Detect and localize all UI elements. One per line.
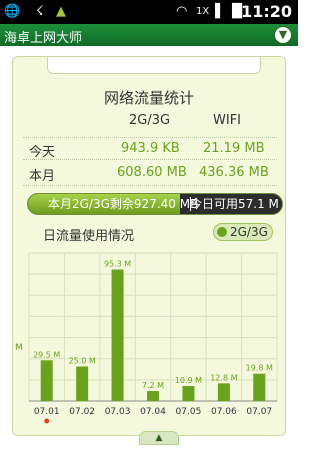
month-mobile-value: 608.60 MB xyxy=(117,165,187,180)
divider xyxy=(23,137,277,138)
x-tick-label: 07.04 xyxy=(140,407,166,417)
column-2g3g: 2G/3G xyxy=(129,113,171,128)
expand-handle[interactable]: ▲ xyxy=(139,431,179,445)
x-tick-label: 07.07 xyxy=(246,407,272,417)
x-tick-label: 07.02 xyxy=(69,407,95,417)
network-toggle[interactable]: 2G/3G xyxy=(213,223,273,241)
bar-value-label: 29.5 M xyxy=(33,350,60,359)
app-title: 海卓上网大师 xyxy=(4,31,83,46)
bar-07.05 xyxy=(182,385,195,401)
daily-usage-title: 日流量使用情况 xyxy=(43,229,135,244)
y-tick-label: M xyxy=(15,343,23,353)
android-icon: ▲ xyxy=(56,4,66,19)
clock: 11:20 xyxy=(241,2,292,21)
toggle-dot xyxy=(217,227,227,237)
today-wifi-value: 21.19 MB xyxy=(203,141,265,156)
bar-07.03 xyxy=(111,269,124,401)
quota-remaining-text: 本月2G/3G剩余927.40 MB xyxy=(48,197,199,211)
column-wifi: WIFI xyxy=(213,113,241,128)
stats-header: 网络流量统计 xyxy=(103,89,194,107)
bar-value-label: 25.0 M xyxy=(69,357,96,366)
quota-today-text: 今日可用57.1 M xyxy=(190,197,279,211)
bar-value-label: 7.2 M xyxy=(142,381,164,390)
bar-07.01 xyxy=(40,360,53,401)
wifi-icon: ◠ xyxy=(176,4,188,19)
bar-value-label: 19.8 M xyxy=(246,364,273,373)
app-title-bar: 海卓上网大师 ▼ xyxy=(0,24,298,46)
month-wifi-value: 436.36 MB xyxy=(199,165,269,180)
bar-07.07 xyxy=(253,373,266,401)
bar-value-label: 12.8 M xyxy=(210,373,237,382)
signal-icon: ▐ xyxy=(210,4,220,19)
chevron-down-icon[interactable]: ▼ xyxy=(274,26,292,44)
today-marker xyxy=(44,418,50,424)
row-today-label: 今天 xyxy=(29,145,56,160)
status-bar: 🌐 ☇ ▲ ◠ 1X ▐ █ 11:20 xyxy=(0,0,298,24)
daily-usage-chart: M 29.5 M 07.01 25.0 M 07.02 95.3 M 07.03 7.2 M 0… xyxy=(15,252,278,424)
x-tick-label: 07.01 xyxy=(34,407,60,417)
bar-07.02 xyxy=(76,366,89,401)
x-tick-label: 07.06 xyxy=(211,407,237,417)
x-tick-label: 07.03 xyxy=(105,407,131,417)
usb-icon: ☇ xyxy=(36,4,44,19)
x-tick-label: 07.05 xyxy=(176,407,202,417)
bar-value-label: 95.3 M xyxy=(104,259,131,268)
traffic-widget: 网络流量统计 2G/3G WIFI 今天 943.9 KB 21.19 MB 本… xyxy=(0,46,298,450)
bar-value-label: 10.9 M xyxy=(175,376,202,385)
toggle-label: 2G/3G xyxy=(230,225,268,239)
today-mobile-value: 943.9 KB xyxy=(121,141,180,156)
network-type-label: 1X xyxy=(196,6,210,17)
stats-panel: 网络流量统计 2G/3G WIFI 今天 943.9 KB 21.19 MB 本… xyxy=(12,56,286,445)
bar-07.06 xyxy=(217,383,230,401)
divider xyxy=(23,159,277,160)
globe-icon: 🌐 xyxy=(4,4,21,19)
panel-tab xyxy=(47,57,261,74)
bar-07.04 xyxy=(147,391,159,401)
divider xyxy=(23,185,277,186)
row-month-label: 本月 xyxy=(29,169,56,184)
quota-progress-bar: 本月2G/3G剩余927.40 MB 今日可用57.1 M xyxy=(27,193,283,215)
